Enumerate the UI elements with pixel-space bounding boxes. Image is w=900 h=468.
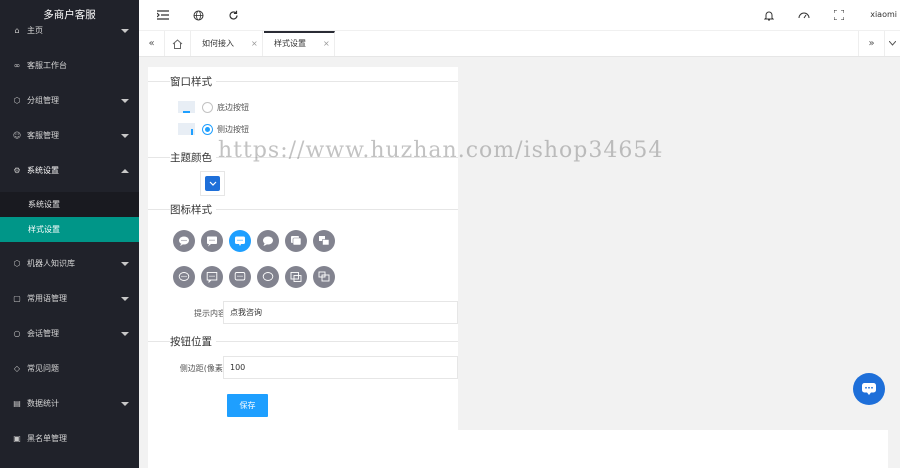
radio-label: 侧边按钮 — [217, 124, 249, 134]
sidebar-item-workbench[interactable]: ∞ 客服工作台 — [0, 48, 139, 83]
radio-side-button[interactable]: 侧边按钮 — [178, 123, 249, 135]
shield-icon: ◇ — [13, 364, 21, 373]
link-icon: ∞ — [13, 61, 21, 70]
bottom-button-thumbnail — [178, 101, 195, 113]
globe-icon[interactable] — [191, 8, 205, 22]
chat-style-icon-9[interactable] — [229, 266, 251, 288]
chat-style-icon-4[interactable] — [257, 230, 279, 252]
sidebar: 多商户客服 ⌂ 主页 ∞ 客服工作台 ⬡ 分组管理 ☺ 客服管理 ⚙ 系统设置 … — [0, 0, 139, 468]
section-title-button-position: 按钮位置 — [170, 334, 216, 349]
list-icon: ▣ — [13, 434, 21, 443]
sidebar-item-sessions[interactable]: ○ 会话管理 — [0, 316, 139, 351]
save-button[interactable]: 保存 — [227, 394, 268, 417]
sidebar-item-label: 分组管理 — [27, 96, 59, 105]
chevron-down-icon — [121, 28, 129, 33]
gear-icon: ⚙ — [13, 166, 21, 175]
side-button-thumbnail — [178, 123, 195, 135]
sidebar-item-home[interactable]: ⌂ 主页 — [0, 13, 139, 48]
top-header: xiaomi — [139, 0, 900, 31]
cube-icon: ⬡ — [13, 96, 21, 105]
chat-style-icon-8[interactable] — [201, 266, 223, 288]
sidebar-item-label: 主页 — [27, 26, 43, 35]
sidebar-item-label: 机器人知识库 — [27, 259, 75, 268]
preview-area — [458, 67, 888, 430]
chat-style-icon-10[interactable] — [257, 266, 279, 288]
sidebar-item-blacklist[interactable]: ▣ 黑名单管理 — [0, 421, 139, 456]
sidebar-item-label: 会话管理 — [27, 329, 59, 338]
chat-fab-button[interactable] — [853, 373, 885, 405]
tabs-scroll-right-icon[interactable]: » — [858, 31, 884, 56]
sidebar-item-label: 常见问题 — [27, 364, 59, 373]
chevron-down-icon — [121, 331, 129, 336]
chevron-down-icon — [121, 261, 129, 266]
sidebar-item-agents[interactable]: ☺ 客服管理 — [0, 118, 139, 153]
sidebar-subitem-style-settings[interactable]: 样式设置 — [0, 217, 139, 242]
side-distance-input[interactable]: 100 — [223, 356, 458, 379]
radio-label: 底边按钮 — [217, 102, 249, 112]
sidebar-item-stats[interactable]: ▤ 数据统计 — [0, 386, 139, 421]
bell-icon[interactable] — [762, 8, 776, 22]
sidebar-item-label: 系统设置 — [27, 166, 59, 175]
section-title-icon-style: 图标样式 — [170, 202, 216, 217]
tab-style-settings[interactable]: 样式设置 × — [264, 31, 335, 56]
sidebar-item-groups[interactable]: ⬡ 分组管理 — [0, 83, 139, 118]
home-icon[interactable] — [165, 31, 191, 56]
menu-fold-icon[interactable] — [156, 8, 170, 22]
hint-content-input[interactable]: 点我咨询 — [223, 301, 458, 324]
chat-style-icon-12[interactable] — [313, 266, 335, 288]
sidebar-item-label: 客服工作台 — [27, 61, 67, 70]
fullscreen-icon[interactable] — [832, 8, 846, 22]
hint-content-label: 提示内容 — [194, 309, 226, 318]
chat-style-icon-3-selected[interactable] — [229, 230, 251, 252]
sidebar-item-label: 客服管理 — [27, 131, 59, 140]
tabs-scroll-left-icon[interactable]: « — [139, 31, 165, 56]
theme-icon[interactable] — [797, 8, 811, 22]
tab-how-to-integrate[interactable]: 如何接入 × — [192, 31, 263, 56]
section-title-theme-color: 主题颜色 — [170, 150, 216, 165]
section-title-window-style: 窗口样式 — [170, 74, 216, 89]
tab-bar: « 如何接入 × 样式设置 × » — [139, 31, 900, 57]
chat-style-icon-5[interactable] — [285, 230, 307, 252]
radio-circle[interactable] — [202, 101, 213, 113]
tab-label: 如何接入 — [202, 39, 234, 48]
sidebar-item-label: 数据统计 — [27, 399, 59, 408]
sidebar-item-label: 常用语管理 — [27, 294, 67, 303]
close-icon[interactable]: × — [251, 31, 258, 56]
note-icon: ▢ — [13, 294, 21, 303]
sidebar-item-faq[interactable]: ◇ 常见问题 — [0, 351, 139, 386]
chat-style-icon-2[interactable] — [201, 230, 223, 252]
chat-style-icon-1[interactable] — [173, 230, 195, 252]
sidebar-item-robot-kb[interactable]: ⬡ 机器人知识库 — [0, 246, 139, 281]
chat-icon: ○ — [13, 329, 21, 338]
chevron-down-icon — [121, 296, 129, 301]
chat-style-icon-11[interactable] — [285, 266, 307, 288]
tab-label: 样式设置 — [274, 39, 306, 48]
user-name[interactable]: xiaomi — [870, 10, 897, 19]
watermark-text: https://www.huzhan.com/ishop34654 — [218, 138, 664, 163]
chevron-up-icon — [121, 168, 129, 173]
sidebar-item-phrases[interactable]: ▢ 常用语管理 — [0, 281, 139, 316]
close-icon[interactable]: × — [323, 33, 330, 55]
color-swatch — [205, 176, 220, 191]
chat-style-icon-7[interactable] — [173, 266, 195, 288]
theme-color-picker[interactable] — [200, 171, 225, 196]
sidebar-subitem-system-settings[interactable]: 系统设置 — [0, 192, 139, 217]
side-distance-label: 侧边距(像素) — [179, 364, 226, 373]
chat-style-icon-6[interactable] — [313, 230, 335, 252]
refresh-icon[interactable] — [226, 8, 240, 22]
chat-bubble-icon — [862, 383, 876, 395]
sidebar-item-label: 黑名单管理 — [27, 434, 67, 443]
home-icon: ⌂ — [14, 26, 20, 35]
user-icon: ☺ — [12, 131, 22, 140]
chart-icon: ▤ — [13, 399, 21, 408]
radio-bottom-button[interactable]: 底边按钮 — [178, 101, 249, 113]
cube-icon: ⬡ — [13, 259, 21, 268]
chevron-down-icon — [121, 401, 129, 406]
chevron-down-icon — [121, 133, 129, 138]
radio-circle-checked[interactable] — [202, 123, 213, 135]
chevron-down-icon — [121, 98, 129, 103]
chevron-down-icon[interactable] — [884, 31, 900, 56]
sidebar-item-settings[interactable]: ⚙ 系统设置 — [0, 153, 139, 188]
